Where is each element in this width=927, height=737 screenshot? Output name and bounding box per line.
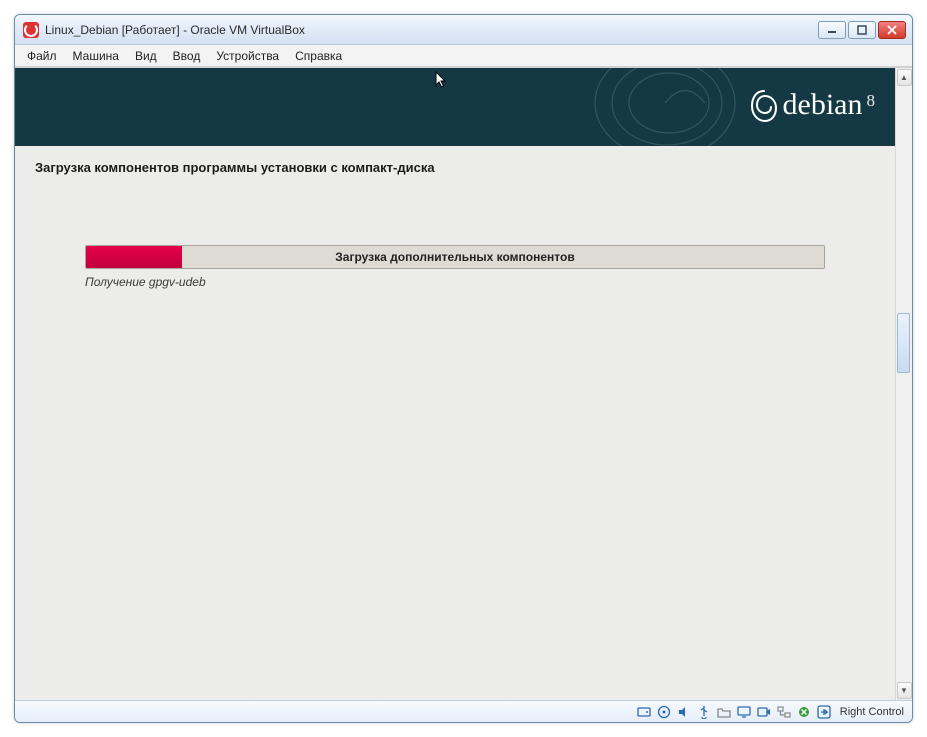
progress-label: Загрузка дополнительных компонентов [335,250,574,264]
page-heading: Загрузка компонентов программы установки… [35,160,875,175]
shared-folders-icon[interactable] [716,704,732,720]
statusbar: Right Control [15,700,912,722]
progress-status: Получение gpgv-udeb [85,275,825,289]
brand-version: 8 [867,91,876,111]
virtualbox-window: Linux_Debian [Работает] - Oracle VM Virt… [14,14,913,723]
hdd-icon[interactable] [636,704,652,720]
installer-body: Загрузка компонентов программы установки… [15,146,895,700]
close-button[interactable] [878,21,906,39]
menu-input[interactable]: Ввод [165,47,209,65]
mouse-integration-icon[interactable] [816,704,832,720]
window-title: Linux_Debian [Работает] - Oracle VM Virt… [45,23,305,37]
guest-additions-icon[interactable] [796,704,812,720]
debian-logo-icon [749,88,779,124]
debian-swirl-icon [575,68,755,146]
maximize-button[interactable] [848,21,876,39]
menu-view[interactable]: Вид [127,47,165,65]
audio-icon[interactable] [676,704,692,720]
recording-icon[interactable] [756,704,772,720]
usb-icon[interactable] [696,704,712,720]
scroll-track[interactable] [896,87,912,681]
client-area: debian 8 Загрузка компонентов программы … [15,67,912,700]
menu-help[interactable]: Справка [287,47,350,65]
menubar: Файл Машина Вид Ввод Устройства Справка [15,45,912,67]
progress-fill [86,246,182,268]
host-key-indicator[interactable]: Right Control [840,706,904,718]
menu-file[interactable]: Файл [19,47,65,65]
scroll-down-button[interactable]: ▼ [897,682,912,699]
guest-screen[interactable]: debian 8 Загрузка компонентов программы … [15,68,895,700]
scroll-up-button[interactable]: ▲ [897,69,912,86]
progress-bar: Загрузка дополнительных компонентов [85,245,825,269]
network-icon[interactable] [776,704,792,720]
app-icon [23,22,39,38]
titlebar[interactable]: Linux_Debian [Работает] - Oracle VM Virt… [15,15,912,45]
progress-section: Загрузка дополнительных компонентов Полу… [85,245,825,289]
vertical-scrollbar[interactable]: ▲ ▼ [895,68,912,700]
display-icon[interactable] [736,704,752,720]
debian-brand: debian 8 [749,88,875,124]
minimize-button[interactable] [818,21,846,39]
debian-banner: debian 8 [15,68,895,146]
optical-icon[interactable] [656,704,672,720]
window-controls [818,21,906,39]
menu-machine[interactable]: Машина [65,47,127,65]
menu-devices[interactable]: Устройства [208,47,287,65]
brand-name: debian [783,88,863,122]
scroll-thumb[interactable] [897,313,910,373]
